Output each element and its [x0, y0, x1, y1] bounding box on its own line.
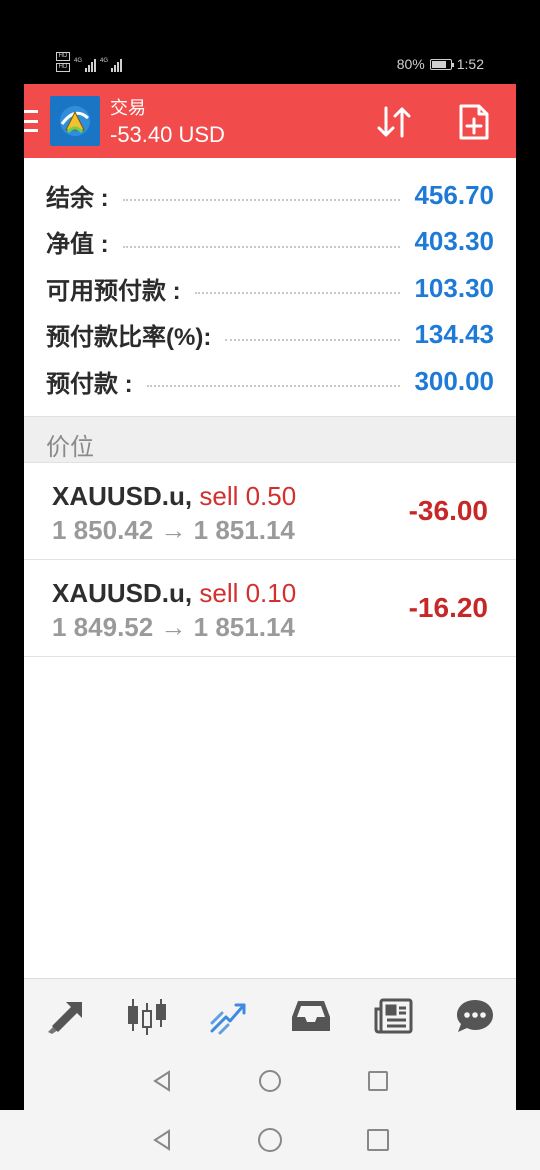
summary-label: 结余 : [46, 184, 109, 212]
profit-summary: -53.40 USD [110, 122, 225, 147]
position-title: XAUUSD.u, sell 0.10 [52, 578, 296, 609]
account-summary: 结余 : 456.70 净值 : 403.30 可用预付款 : 103.30 预… [24, 158, 516, 405]
position-row[interactable]: XAUUSD.u, sell 0.50 1 850.42 → 1 851.14 … [24, 463, 516, 560]
position-title: XAUUSD.u, sell 0.50 [52, 481, 296, 512]
quotes-icon[interactable] [38, 989, 92, 1043]
sort-icon[interactable] [374, 102, 414, 142]
summary-row-balance: 结余 : 456.70 [24, 172, 516, 219]
clock: 1:52 [456, 56, 484, 72]
recents-icon[interactable] [364, 1067, 392, 1095]
system-nav-bar [0, 1110, 540, 1170]
summary-row-margin-level: 预付款比率(%): 134.43 [24, 312, 516, 359]
summary-label: 可用预付款 : [46, 277, 181, 305]
summary-value: 103.30 [414, 272, 494, 303]
network-type: 4G [74, 58, 83, 64]
dotted-leader [225, 338, 401, 341]
menu-icon[interactable] [24, 110, 38, 132]
dotted-leader [122, 199, 401, 202]
trade-icon[interactable] [202, 989, 256, 1043]
positions-list: XAUUSD.u, sell 0.50 1 850.42 → 1 851.14 … [24, 463, 516, 657]
position-symbol: XAUUSD.u, [52, 481, 193, 511]
chat-icon[interactable] [448, 989, 502, 1043]
network-type: 4G [100, 58, 109, 64]
position-prices: 1 849.52 → 1 851.14 [52, 612, 295, 642]
hd-icon: HD [56, 63, 70, 72]
section-title: 价位 [46, 434, 94, 461]
summary-row-equity: 净值 : 403.30 [24, 219, 516, 266]
new-order-icon[interactable] [454, 102, 494, 142]
summary-label: 净值 : [46, 231, 109, 259]
dotted-leader [194, 292, 401, 295]
position-profit: -36.00 [408, 495, 488, 526]
dotted-leader [122, 245, 401, 248]
back-icon[interactable] [148, 1126, 176, 1154]
trade-content: 结余 : 456.70 净值 : 403.30 可用预付款 : 103.30 预… [24, 158, 516, 978]
app-header: 交易 -53.40 USD [24, 84, 516, 158]
battery-icon [429, 58, 454, 70]
history-icon[interactable] [284, 989, 338, 1043]
dotted-leader [146, 385, 401, 388]
home-icon[interactable] [256, 1067, 284, 1095]
hd-indicators: HD HD [56, 52, 70, 72]
summary-value: 300.00 [414, 365, 494, 396]
signal-group: HD HD 4G 4G [56, 52, 123, 72]
position-side: sell 0.10 [199, 578, 297, 608]
summary-value: 403.30 [414, 226, 494, 257]
chart-icon[interactable] [120, 989, 174, 1043]
battery-percent: 80% [396, 56, 425, 72]
position-profit: -16.20 [408, 592, 488, 623]
position-symbol: XAUUSD.u, [52, 578, 193, 608]
hd-icon: HD [56, 52, 70, 61]
bottom-navigation [24, 978, 516, 1052]
position-row[interactable]: XAUUSD.u, sell 0.10 1 849.52 → 1 851.14 … [24, 560, 516, 657]
position-side: sell 0.50 [199, 481, 297, 511]
news-icon[interactable] [366, 989, 420, 1043]
summary-row-free-margin: 可用预付款 : 103.30 [24, 265, 516, 312]
signal-icon: 4G [100, 58, 123, 72]
position-prices: 1 850.42 → 1 851.14 [52, 515, 295, 545]
summary-label: 预付款比率(%): [46, 324, 212, 352]
status-bar: HD HD 4G 4G 80% 1:52 [24, 44, 516, 84]
positions-section-header: 价位 [24, 416, 516, 463]
screen-title: 交易 [110, 98, 146, 118]
summary-row-margin: 预付款 : 300.00 [24, 358, 516, 405]
recents-icon[interactable] [364, 1126, 392, 1154]
home-icon[interactable] [256, 1126, 284, 1154]
status-right: 80% 1:52 [397, 56, 484, 72]
system-nav-bar [24, 1052, 516, 1110]
summary-label: 预付款 : [46, 370, 133, 398]
back-icon[interactable] [148, 1067, 176, 1095]
summary-value: 134.43 [414, 319, 494, 350]
app-logo [50, 96, 100, 146]
summary-value: 456.70 [414, 179, 494, 210]
signal-icon: 4G [74, 58, 97, 72]
